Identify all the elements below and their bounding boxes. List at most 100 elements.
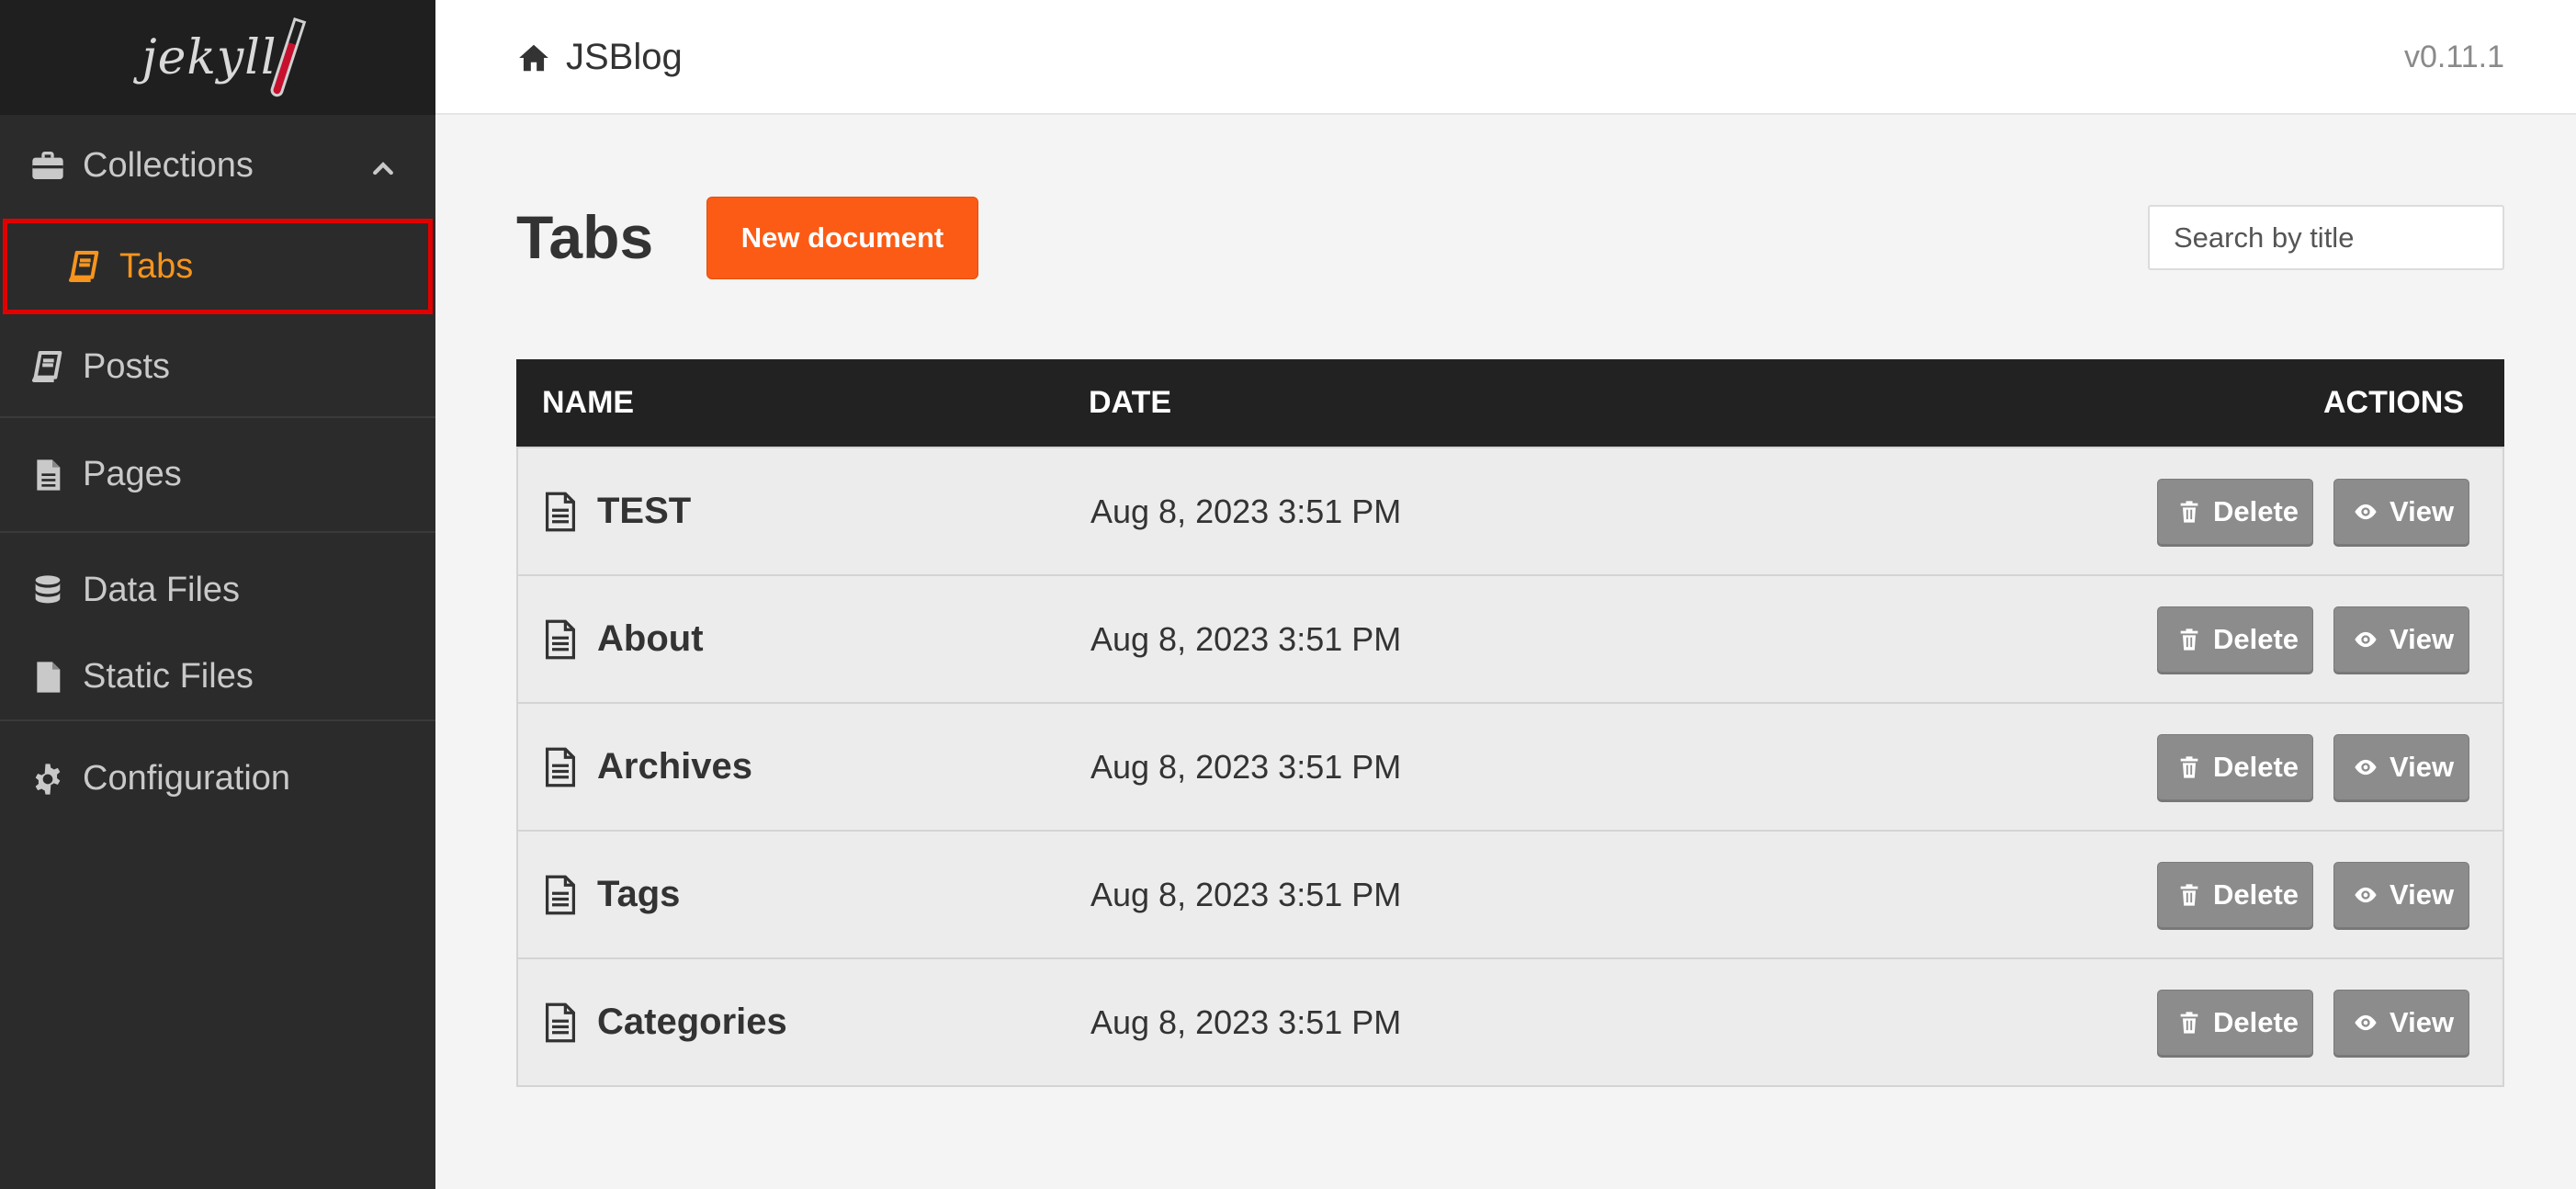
document-name: Archives	[597, 746, 752, 787]
delete-button[interactable]: Delete	[2157, 861, 2313, 928]
view-label: View	[2390, 1005, 2455, 1038]
file-text-icon	[544, 619, 577, 660]
sidebar-item-label: Static Files	[83, 657, 254, 696]
sidebar-item-label: Configuration	[83, 759, 291, 798]
view-label: View	[2390, 622, 2455, 655]
delete-button[interactable]: Delete	[2157, 478, 2313, 545]
column-header-name: NAME	[542, 385, 635, 420]
document-name: Categories	[597, 1002, 787, 1042]
book-icon	[29, 348, 66, 385]
trash-icon	[2176, 627, 2202, 652]
file-text-icon	[544, 875, 577, 915]
database-icon	[29, 572, 66, 609]
file-text-icon	[544, 747, 577, 787]
document-date: Aug 8, 2023 3:51 PM	[1090, 619, 1402, 658]
document-name: About	[597, 618, 704, 659]
sidebar-item-label: Tabs	[119, 246, 194, 286]
main-content: Tabs New document NAME DATE ACTIONS TEST…	[435, 115, 2576, 1189]
row-actions: Delete View	[2157, 733, 2469, 800]
site-title: JSBlog	[566, 37, 683, 77]
file-text-icon	[544, 492, 577, 532]
new-document-button[interactable]: New document	[706, 197, 978, 279]
eye-icon	[2353, 882, 2378, 908]
home-icon	[516, 40, 551, 75]
eye-icon	[2353, 1010, 2378, 1036]
sidebar-item-tabs[interactable]: Tabs	[0, 216, 435, 317]
sidebar-item-label: Pages	[83, 455, 182, 493]
file-text-icon	[544, 1002, 577, 1043]
document-name-link[interactable]: TEST	[544, 491, 691, 532]
chevron-up-icon[interactable]	[369, 152, 397, 179]
sidebar-item-label: Posts	[83, 346, 171, 386]
version-label: v0.11.1	[2403, 40, 2504, 74]
sidebar-item-data-files[interactable]: Data Files	[0, 533, 435, 648]
sidebar: jekyll Collections Tabs Posts Pages Data…	[0, 0, 435, 1189]
table-row: Tags Aug 8, 2023 3:51 PM Delete View	[518, 830, 2503, 957]
briefcase-icon	[29, 147, 66, 184]
document-date: Aug 8, 2023 3:51 PM	[1090, 492, 1402, 530]
view-label: View	[2390, 750, 2455, 783]
file-text-icon	[29, 457, 66, 493]
row-actions: Delete View	[2157, 989, 2469, 1056]
jekyll-logo: jekyll	[141, 17, 306, 98]
delete-label: Delete	[2213, 494, 2299, 527]
delete-label: Delete	[2213, 622, 2299, 655]
brand-logo[interactable]: jekyll	[0, 0, 435, 115]
eye-icon	[2353, 499, 2378, 525]
view-button[interactable]: View	[2333, 478, 2469, 545]
logo-text: jekyll	[141, 29, 277, 85]
document-name-link[interactable]: Categories	[544, 1002, 787, 1043]
view-label: View	[2390, 494, 2455, 527]
page-title: Tabs	[516, 203, 654, 271]
view-button[interactable]: View	[2333, 989, 2469, 1056]
document-date: Aug 8, 2023 3:51 PM	[1090, 875, 1402, 913]
documents-table: NAME DATE ACTIONS TEST Aug 8, 2023 3:51 …	[516, 359, 2504, 1087]
search-input[interactable]	[2148, 205, 2504, 270]
eye-icon	[2353, 754, 2378, 780]
eye-icon	[2353, 627, 2378, 652]
view-button[interactable]: View	[2333, 606, 2469, 673]
delete-label: Delete	[2213, 878, 2299, 911]
table-row: About Aug 8, 2023 3:51 PM Delete View	[518, 574, 2503, 702]
table-row: Archives Aug 8, 2023 3:51 PM Delete View	[518, 702, 2503, 830]
trash-icon	[2176, 499, 2202, 525]
sidebar-item-configuration[interactable]: Configuration	[0, 721, 435, 836]
document-date: Aug 8, 2023 3:51 PM	[1090, 1002, 1402, 1041]
row-actions: Delete View	[2157, 478, 2469, 545]
table-row: Categories Aug 8, 2023 3:51 PM Delete Vi…	[518, 957, 2503, 1085]
document-name-link[interactable]: Archives	[544, 746, 752, 787]
view-button[interactable]: View	[2333, 861, 2469, 928]
column-header-actions: ACTIONS	[2323, 385, 2464, 420]
table-header: NAME DATE ACTIONS	[516, 359, 2504, 447]
document-name-link[interactable]: Tags	[544, 874, 680, 915]
trash-icon	[2176, 1010, 2202, 1036]
trash-icon	[2176, 754, 2202, 780]
sidebar-item-static-files[interactable]: Static Files	[0, 634, 435, 721]
delete-button[interactable]: Delete	[2157, 733, 2313, 800]
site-title-link[interactable]: JSBlog	[516, 0, 683, 115]
book-icon	[66, 248, 103, 285]
table-row: TEST Aug 8, 2023 3:51 PM Delete View	[518, 447, 2503, 574]
sidebar-item-label: Collections	[83, 145, 254, 185]
document-date: Aug 8, 2023 3:51 PM	[1090, 747, 1402, 786]
row-actions: Delete View	[2157, 861, 2469, 928]
gear-icon	[29, 761, 66, 798]
document-name-link[interactable]: About	[544, 618, 704, 660]
trash-icon	[2176, 882, 2202, 908]
file-icon	[29, 659, 66, 696]
delete-button[interactable]: Delete	[2157, 989, 2313, 1056]
document-name: Tags	[597, 874, 681, 914]
view-label: View	[2390, 878, 2455, 911]
sidebar-item-pages[interactable]: Pages	[0, 418, 435, 533]
sidebar-item-collections[interactable]: Collections	[0, 115, 435, 216]
row-actions: Delete View	[2157, 606, 2469, 673]
delete-button[interactable]: Delete	[2157, 606, 2313, 673]
view-button[interactable]: View	[2333, 733, 2469, 800]
document-name: TEST	[597, 491, 692, 531]
sidebar-item-posts[interactable]: Posts	[0, 317, 435, 418]
delete-label: Delete	[2213, 750, 2299, 783]
sidebar-item-label: Data Files	[83, 571, 241, 609]
app-root: jekyll Collections Tabs Posts Pages Data…	[0, 0, 2576, 1189]
column-header-date: DATE	[1089, 385, 1172, 420]
top-bar: JSBlog v0.11.1	[435, 0, 2576, 115]
